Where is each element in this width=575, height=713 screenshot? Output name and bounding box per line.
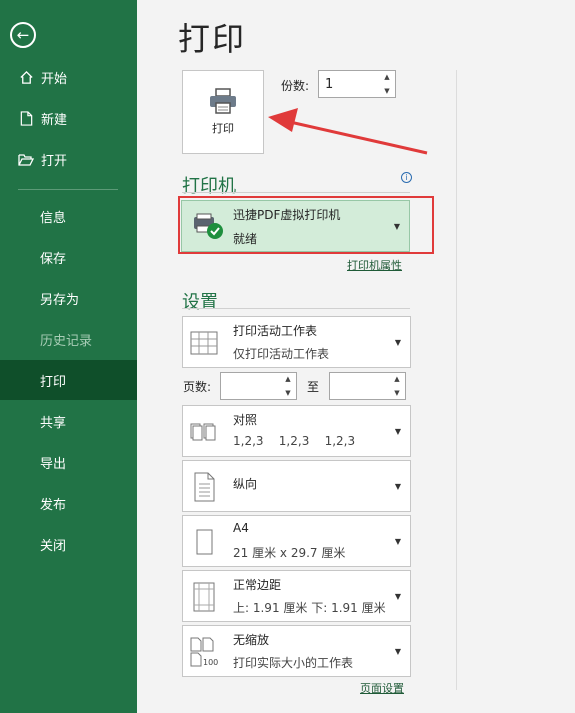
- pages-to-input[interactable]: ▲ ▼: [329, 372, 406, 400]
- sidebar-item-info[interactable]: 信息: [0, 196, 137, 236]
- print-button-label: 打印: [212, 122, 234, 135]
- sidebar-item-label: 信息: [40, 210, 67, 226]
- paper-size-icon: [196, 529, 213, 555]
- collation-dropdown[interactable]: 对照 1,2,3 1,2,3 1,2,3 ▼: [182, 405, 411, 457]
- sidebar-item-label: 历史记录: [40, 333, 93, 349]
- print-button[interactable]: 打印: [182, 70, 264, 154]
- open-folder-icon: [18, 151, 34, 167]
- sidebar-item-save-as[interactable]: 另存为: [0, 278, 137, 318]
- sidebar-item-label: 新建: [41, 112, 68, 128]
- setting-title: 正常边距: [233, 578, 282, 592]
- page-title: 打印: [178, 20, 247, 58]
- spin-up-icon[interactable]: ▲: [394, 375, 399, 383]
- sidebar-item-save[interactable]: 保存: [0, 237, 137, 277]
- chevron-down-icon: ▼: [394, 338, 401, 347]
- section-divider: [182, 308, 410, 309]
- orientation-dropdown[interactable]: 纵向 ▼: [182, 460, 411, 512]
- sidebar-item-history: 历史记录: [0, 319, 137, 359]
- sidebar-item-label: 发布: [40, 497, 67, 513]
- sidebar-item-label: 打印: [40, 374, 67, 390]
- section-divider: [182, 192, 410, 193]
- paper-size-dropdown[interactable]: A4 21 厘米 x 29.7 厘米 ▼: [182, 515, 411, 567]
- sidebar-item-new[interactable]: 新建: [0, 98, 137, 138]
- collated-pages-icon: [190, 423, 216, 441]
- setting-subtitle: 1,2,3 1,2,3 1,2,3: [233, 434, 356, 448]
- annotation-highlight-box: [178, 196, 434, 254]
- sidebar-item-label: 打开: [41, 153, 68, 169]
- sidebar-item-share[interactable]: 共享: [0, 401, 137, 441]
- back-arrow-icon[interactable]: ←: [10, 22, 36, 48]
- setting-subtitle: 上: 1.91 厘米 下: 1.91 厘米: [233, 601, 386, 615]
- sidebar-item-open[interactable]: 打开: [0, 139, 137, 179]
- sidebar-item-label: 关闭: [40, 538, 67, 554]
- home-icon: [18, 69, 34, 85]
- spin-up-icon[interactable]: ▲: [384, 73, 389, 81]
- copies-value: 1: [325, 77, 334, 92]
- page-setup-link[interactable]: 页面设置: [360, 680, 404, 696]
- to-label: 至: [307, 380, 320, 394]
- printer-icon: [210, 88, 236, 114]
- spin-up-icon[interactable]: ▲: [285, 375, 290, 383]
- no-scaling-icon: 100: [190, 637, 218, 667]
- margins-dropdown[interactable]: 正常边距 上: 1.91 厘米 下: 1.91 厘米 ▼: [182, 570, 411, 622]
- pages-from-input[interactable]: ▲ ▼: [220, 372, 297, 400]
- sidebar-item-label: 另存为: [40, 292, 80, 308]
- setting-title: 对照: [233, 413, 258, 427]
- copies-label: 份数:: [281, 79, 310, 93]
- chevron-down-icon: ▼: [394, 647, 401, 656]
- sidebar-item-label: 开始: [41, 71, 68, 87]
- preview-divider: [456, 70, 457, 690]
- sidebar-item-export[interactable]: 导出: [0, 442, 137, 482]
- setting-title: A4: [233, 521, 249, 535]
- settings-heading: 设置: [182, 292, 218, 313]
- printer-properties-link[interactable]: 打印机属性: [347, 257, 402, 273]
- sidebar-item-home[interactable]: 开始: [0, 57, 137, 97]
- scaling-dropdown[interactable]: 100 无缩放 打印实际大小的工作表 ▼: [182, 625, 411, 677]
- sidebar-item-print[interactable]: 打印: [0, 360, 137, 400]
- backstage-sidebar: ← 开始 新建 打开 信息 保存 另存为 历史记录 打印 共享 导出 发布 关闭: [0, 0, 137, 713]
- sidebar-item-close[interactable]: 关闭: [0, 524, 137, 564]
- portrait-page-icon: [194, 472, 215, 502]
- sidebar-item-label: 共享: [40, 415, 67, 431]
- margins-icon: [193, 582, 215, 612]
- worksheet-grid-icon: [190, 331, 218, 355]
- setting-title: 打印活动工作表: [233, 324, 318, 338]
- svg-text:100: 100: [203, 658, 218, 667]
- sidebar-item-publish[interactable]: 发布: [0, 483, 137, 523]
- print-what-dropdown[interactable]: 打印活动工作表 仅打印活动工作表 ▼: [182, 316, 411, 368]
- print-pane: 打印 打印 份数: 1 ▲ ▼ 打印机 i 迅捷PDF虚拟打印机 就绪 ▼ 打印…: [137, 0, 575, 713]
- copies-stepper[interactable]: 1 ▲ ▼: [318, 70, 396, 98]
- spin-down-icon[interactable]: ▼: [394, 389, 399, 397]
- spin-down-icon[interactable]: ▼: [285, 389, 290, 397]
- info-icon[interactable]: i: [401, 172, 412, 183]
- setting-subtitle: 打印实际大小的工作表: [233, 656, 354, 670]
- chevron-down-icon: ▼: [394, 482, 401, 491]
- printer-heading: 打印机: [182, 176, 236, 197]
- chevron-down-icon: ▼: [394, 592, 401, 601]
- new-document-icon: [18, 110, 34, 126]
- sidebar-item-label: 导出: [40, 456, 67, 472]
- setting-subtitle: 仅打印活动工作表: [233, 347, 330, 361]
- sidebar-divider: [18, 189, 118, 190]
- setting-title: 无缩放: [233, 633, 270, 647]
- chevron-down-icon: ▼: [394, 427, 401, 436]
- pages-label: 页数:: [183, 380, 212, 394]
- setting-title: 纵向: [233, 477, 258, 491]
- sidebar-item-label: 保存: [40, 251, 67, 267]
- spin-down-icon[interactable]: ▼: [384, 87, 389, 95]
- setting-subtitle: 21 厘米 x 29.7 厘米: [233, 546, 346, 560]
- chevron-down-icon: ▼: [394, 537, 401, 546]
